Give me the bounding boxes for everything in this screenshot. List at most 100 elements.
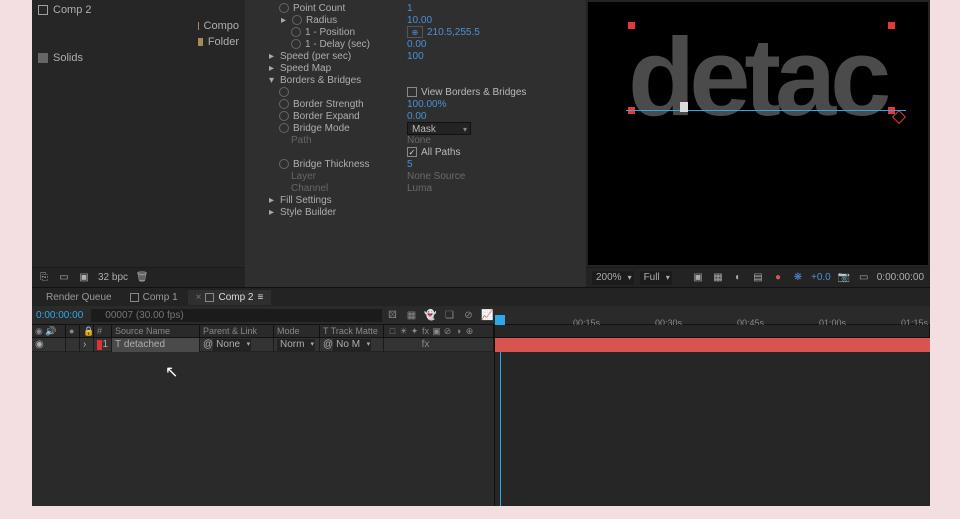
close-icon[interactable]: × (196, 292, 202, 303)
effect-property-row[interactable]: 1 - Position⊕210.5,255.5 (257, 26, 578, 38)
current-time-indicator[interactable] (495, 315, 505, 325)
property-value[interactable]: 210.5,255.5 (427, 27, 480, 38)
transparency-grid-icon[interactable]: ▦ (711, 271, 725, 285)
layer-duration-bar[interactable] (495, 338, 930, 352)
switch-icon[interactable]: □ (387, 326, 398, 336)
effect-property-row[interactable]: ▸Speed (per sec)100 (257, 50, 578, 62)
track-matte-dropdown[interactable]: No M (333, 339, 371, 351)
audio-column-icon[interactable]: 🔊 (45, 326, 56, 337)
project-item[interactable]: Comp 2 (38, 2, 239, 18)
layer-row[interactable]: ◉ › 1 T detached @ None Norm @ No M (32, 338, 494, 352)
twirl-icon[interactable]: ▸ (267, 195, 276, 206)
lock-column-icon[interactable]: 🔒 (83, 326, 94, 337)
interpret-footage-icon[interactable]: ⎘ (38, 272, 50, 284)
tab-comp-2[interactable]: × Comp 2 ≡ (188, 290, 272, 305)
tab-comp-1[interactable]: Comp 1 (122, 290, 186, 305)
column-mode[interactable]: Mode (274, 325, 320, 337)
effect-property-row[interactable]: Bridge Thickness5 (257, 158, 578, 170)
column-parent[interactable]: Parent & Link (200, 325, 274, 337)
pickwhip-icon[interactable]: @ (203, 339, 213, 350)
layer-handle[interactable] (628, 22, 635, 29)
cti-line[interactable] (500, 338, 501, 506)
switch-icon[interactable]: fx (420, 326, 431, 336)
timeline-search[interactable] (91, 309, 382, 322)
stopwatch-icon[interactable] (279, 3, 289, 13)
twirl-icon[interactable]: ▸ (279, 15, 288, 26)
timeline-search-input[interactable] (91, 309, 382, 322)
solo-column-icon[interactable]: ● (69, 326, 74, 336)
effect-property-row[interactable]: ▸Speed Map (257, 62, 578, 74)
project-item[interactable]: Solids (38, 50, 239, 66)
stopwatch-icon[interactable] (279, 111, 289, 121)
color-management-icon[interactable]: ❋ (791, 271, 805, 285)
switch-icon[interactable]: ☀ (398, 326, 409, 337)
property-value[interactable]: 10.00 (407, 15, 432, 26)
position-link-icon[interactable]: ⊕ (407, 26, 423, 38)
composition-viewer[interactable]: detac (588, 2, 928, 265)
mask-visibility-icon[interactable]: ◐ (731, 271, 745, 285)
property-value[interactable]: 1 (407, 3, 413, 14)
property-value[interactable]: 100 (407, 51, 424, 62)
tab-render-queue[interactable]: Render Queue (38, 290, 120, 305)
new-folder-icon[interactable]: ▭ (58, 272, 70, 284)
twirl-icon[interactable]: ▸ (267, 63, 276, 74)
frame-blend-icon[interactable]: ❏ (443, 309, 456, 322)
new-comp-icon[interactable]: ▣ (78, 272, 90, 284)
stopwatch-icon[interactable] (279, 87, 289, 97)
zoom-dropdown[interactable]: 200% (592, 271, 634, 285)
show-snapshot-icon[interactable]: ▭ (857, 271, 871, 285)
switch-icon[interactable]: ▣ (431, 326, 442, 337)
effect-property-row[interactable]: ▾Borders & Bridges (257, 74, 578, 86)
layer-switch-fx[interactable]: fx (420, 339, 431, 350)
timeline-tracks[interactable] (494, 338, 930, 506)
trash-icon[interactable]: 🗑 (136, 272, 148, 284)
snapshot-icon[interactable]: 📷 (837, 271, 851, 285)
stopwatch-icon[interactable] (292, 15, 302, 25)
effect-property-row[interactable]: ChannelLuma (257, 182, 578, 194)
shy-icon[interactable]: 👻 (424, 309, 437, 322)
bpc-toggle[interactable]: 32 bpc (98, 272, 128, 283)
video-toggle-icon[interactable]: ◉ (35, 339, 44, 350)
stopwatch-icon[interactable] (279, 123, 289, 133)
blend-mode-dropdown[interactable]: Norm (277, 339, 315, 351)
effect-property-row[interactable]: ▸Fill Settings (257, 194, 578, 206)
property-value[interactable]: 5 (407, 159, 413, 170)
switch-icon[interactable]: ✦ (409, 326, 420, 337)
checkbox[interactable] (407, 87, 417, 97)
resolution-dropdown[interactable]: Full (640, 271, 672, 285)
exposure-value[interactable]: +0.0 (811, 272, 831, 283)
effect-property-row[interactable]: Point Count1 (257, 2, 578, 14)
effect-property-row[interactable]: Border Expand0.00 (257, 110, 578, 122)
draft-3d-icon[interactable]: ▦ (405, 309, 418, 322)
video-column-icon[interactable]: ◉ (35, 326, 43, 337)
checkbox[interactable]: ✓ (407, 147, 417, 157)
effect-property-row[interactable]: Border Strength100.00% (257, 98, 578, 110)
property-value[interactable]: 0.00 (407, 39, 426, 50)
layer-handle[interactable] (888, 22, 895, 29)
parent-dropdown[interactable]: None (213, 339, 251, 351)
layer-name[interactable]: detached (124, 339, 165, 350)
property-value[interactable]: 0.00 (407, 111, 426, 122)
effect-property-row[interactable]: View Borders & Bridges (257, 86, 578, 98)
stopwatch-icon[interactable] (279, 159, 289, 169)
property-dropdown[interactable]: Mask (407, 122, 471, 135)
twirl-icon[interactable]: ▸ (267, 207, 276, 218)
motion-blur-icon[interactable]: ⊘ (462, 309, 475, 322)
column-source-name[interactable]: Source Name (112, 325, 200, 337)
project-item[interactable]: Folder (38, 34, 239, 50)
graph-editor-icon[interactable]: 📈 (481, 309, 494, 322)
effect-property-row[interactable]: PathNone (257, 134, 578, 146)
stopwatch-icon[interactable] (291, 39, 301, 49)
guides-icon[interactable]: ▤ (751, 271, 765, 285)
switch-icon[interactable]: ⊕ (464, 326, 475, 337)
stopwatch-icon[interactable] (291, 27, 301, 37)
comp-flowchart-icon[interactable]: ⚄ (386, 309, 399, 322)
switch-icon[interactable]: ⊘ (442, 326, 453, 337)
current-time-display[interactable]: 0:00:00:00 (32, 310, 87, 321)
twirl-icon[interactable]: ▾ (267, 75, 276, 86)
property-value[interactable]: 100.00% (407, 99, 446, 110)
stopwatch-icon[interactable] (279, 99, 289, 109)
effect-property-row[interactable]: LayerNone Source (257, 170, 578, 182)
twirl-icon[interactable]: › (83, 339, 86, 350)
twirl-icon[interactable]: ▸ (267, 51, 276, 62)
